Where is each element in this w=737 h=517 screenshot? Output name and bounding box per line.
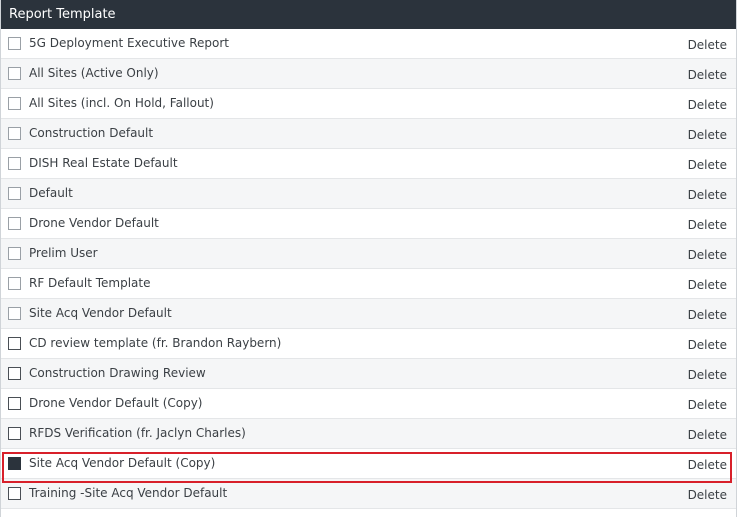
- template-list: 5G Deployment Executive Report Delete Al…: [1, 29, 736, 509]
- template-name: Training -Site Acq Vendor Default: [29, 486, 228, 500]
- delete-link[interactable]: Delete: [688, 488, 727, 502]
- template-name: DISH Real Estate Default: [29, 156, 178, 170]
- template-name: Site Acq Vendor Default (Copy): [29, 456, 216, 470]
- list-item[interactable]: All Sites (incl. On Hold, Fallout) Delet…: [1, 89, 736, 119]
- list-item[interactable]: Site Acq Vendor Default (Copy) Delete: [1, 449, 736, 479]
- row-checkbox[interactable]: [8, 157, 21, 170]
- delete-link[interactable]: Delete: [688, 218, 727, 232]
- template-name: Default: [29, 186, 73, 200]
- delete-link[interactable]: Delete: [688, 398, 727, 412]
- row-checkbox[interactable]: [8, 367, 21, 380]
- delete-link[interactable]: Delete: [688, 278, 727, 292]
- row-checkbox[interactable]: [8, 397, 21, 410]
- list-item[interactable]: 5G Deployment Executive Report Delete: [1, 29, 736, 59]
- panel-title: Report Template: [1, 0, 736, 29]
- row-checkbox[interactable]: [8, 97, 21, 110]
- delete-link[interactable]: Delete: [688, 458, 727, 472]
- row-checkbox[interactable]: [8, 37, 21, 50]
- delete-link[interactable]: Delete: [688, 188, 727, 202]
- list-item[interactable]: Drone Vendor Default Delete: [1, 209, 736, 239]
- template-name: 5G Deployment Executive Report: [29, 36, 229, 50]
- template-name: Drone Vendor Default: [29, 216, 159, 230]
- template-name: Construction Default: [29, 126, 154, 140]
- list-item[interactable]: DISH Real Estate Default Delete: [1, 149, 736, 179]
- row-checkbox[interactable]: [8, 187, 21, 200]
- row-checkbox[interactable]: [8, 337, 21, 350]
- delete-link[interactable]: Delete: [688, 68, 727, 82]
- template-name: All Sites (Active Only): [29, 66, 159, 80]
- list-item[interactable]: RFDS Verification (fr. Jaclyn Charles) D…: [1, 419, 736, 449]
- list-item[interactable]: Construction Default Delete: [1, 119, 736, 149]
- row-checkbox[interactable]: [8, 127, 21, 140]
- template-name: Drone Vendor Default (Copy): [29, 396, 203, 410]
- delete-link[interactable]: Delete: [688, 428, 727, 442]
- list-item[interactable]: Training -Site Acq Vendor Default Delete: [1, 479, 736, 509]
- list-item[interactable]: Drone Vendor Default (Copy) Delete: [1, 389, 736, 419]
- list-item[interactable]: Site Acq Vendor Default Delete: [1, 299, 736, 329]
- row-checkbox[interactable]: [8, 247, 21, 260]
- template-name: All Sites (incl. On Hold, Fallout): [29, 96, 214, 110]
- row-checkbox[interactable]: [8, 277, 21, 290]
- delete-link[interactable]: Delete: [688, 308, 727, 322]
- row-checkbox[interactable]: [8, 427, 21, 440]
- delete-link[interactable]: Delete: [688, 248, 727, 262]
- row-checkbox[interactable]: [8, 307, 21, 320]
- list-item[interactable]: Prelim User Delete: [1, 239, 736, 269]
- template-name: Construction Drawing Review: [29, 366, 206, 380]
- row-checkbox[interactable]: [8, 487, 21, 500]
- list-item[interactable]: RF Default Template Delete: [1, 269, 736, 299]
- delete-link[interactable]: Delete: [688, 368, 727, 382]
- delete-link[interactable]: Delete: [688, 128, 727, 142]
- template-name: CD review template (fr. Brandon Raybern): [29, 336, 282, 350]
- list-item[interactable]: All Sites (Active Only) Delete: [1, 59, 736, 89]
- list-item[interactable]: CD review template (fr. Brandon Raybern)…: [1, 329, 736, 359]
- delete-link[interactable]: Delete: [688, 338, 727, 352]
- delete-link[interactable]: Delete: [688, 38, 727, 52]
- template-name: Site Acq Vendor Default: [29, 306, 172, 320]
- row-checkbox[interactable]: [8, 67, 21, 80]
- row-checkbox[interactable]: [8, 217, 21, 230]
- template-name: RFDS Verification (fr. Jaclyn Charles): [29, 426, 246, 440]
- row-checkbox[interactable]: [8, 457, 21, 470]
- template-name: Prelim User: [29, 246, 98, 260]
- list-item[interactable]: Default Delete: [1, 179, 736, 209]
- delete-link[interactable]: Delete: [688, 98, 727, 112]
- delete-link[interactable]: Delete: [688, 158, 727, 172]
- report-template-panel: Report Template 5G Deployment Executive …: [0, 0, 737, 517]
- list-item[interactable]: Construction Drawing Review Delete: [1, 359, 736, 389]
- template-name: RF Default Template: [29, 276, 151, 290]
